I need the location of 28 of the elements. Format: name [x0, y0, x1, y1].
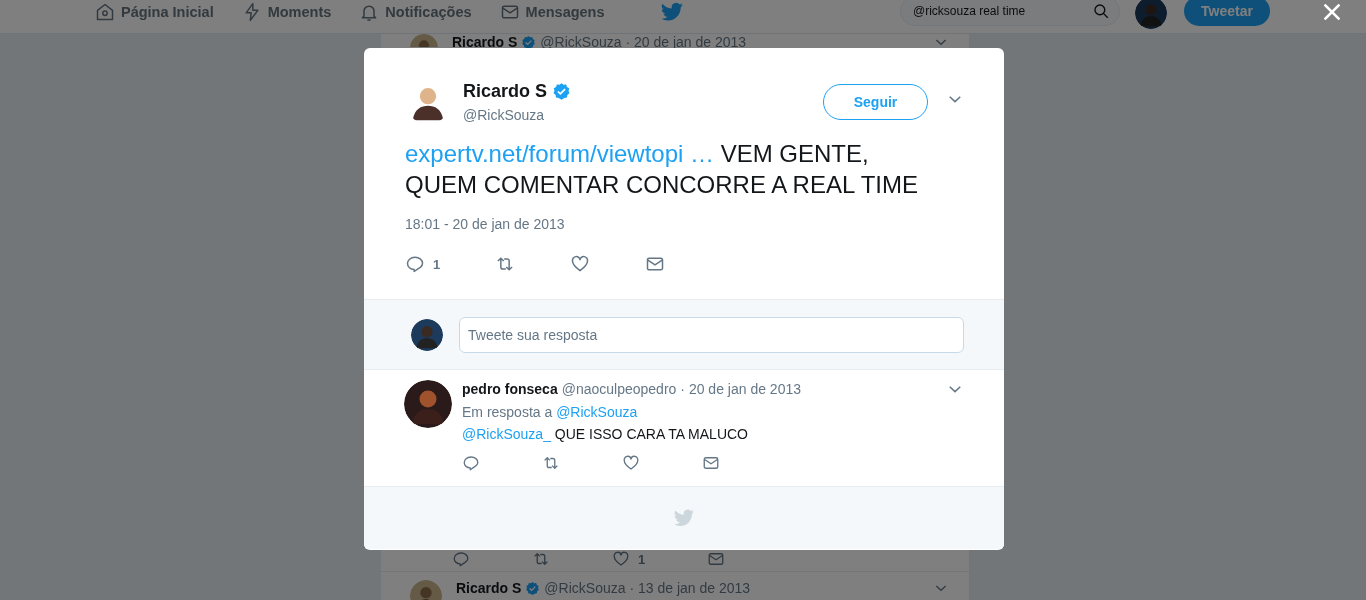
user-handle[interactable]: @RickSouza [463, 107, 823, 123]
user-name[interactable]: pedro fonseca [462, 381, 558, 397]
user-handle[interactable]: @naoculpeopedro [561, 381, 677, 397]
user-handle[interactable]: @RickSouza [544, 580, 626, 596]
user-name[interactable]: Ricardo S [463, 81, 548, 102]
reply-context: Em resposta a @RickSouza [462, 404, 639, 420]
tweet-button[interactable]: Tweetar [1184, 0, 1270, 26]
reply-field[interactable]: Tweete sua resposta [459, 316, 964, 353]
tweet-date[interactable]: · 13 de jan de 2013 [629, 580, 751, 596]
user-name[interactable]: Ricardo S [456, 580, 522, 596]
tweet-date[interactable]: · 20 de jan de 2013 [680, 381, 801, 397]
search-field[interactable]: @ricksouza real time [900, 0, 1120, 26]
nav-item[interactable]: Notificações [359, 1, 472, 23]
nav-item[interactable]: Página Inicial [95, 1, 214, 23]
tweet-date[interactable]: · 20 de jan de 2013 [625, 34, 747, 50]
reply-text: @RickSouza_ QUE ISSO CARA TA MALUCO [462, 426, 749, 442]
follow-button[interactable]: Seguir [823, 84, 928, 120]
like-button[interactable]: 1 [612, 550, 646, 568]
tweet-text: expertv.net/forum/viewtopi … VEM GENTE, QUEM COMENTAR CONCORRE A REAL TIME [405, 139, 919, 200]
nav-item[interactable]: Mensagens [499, 1, 605, 23]
user-handle[interactable]: @RickSouza [540, 34, 622, 50]
mention-link[interactable]: @RickSouza_ [462, 426, 551, 442]
reply-button[interactable]: 1 [405, 254, 441, 274]
nav-item[interactable]: Moments [241, 1, 332, 23]
tweet-timestamp: 18:01 - 20 de jan de 2013 [405, 216, 566, 232]
tweet-link[interactable]: expertv.net/forum/viewtopi … [405, 140, 714, 167]
user-name[interactable]: Ricardo S [452, 34, 518, 50]
mention-link[interactable]: @RickSouza [556, 404, 638, 420]
